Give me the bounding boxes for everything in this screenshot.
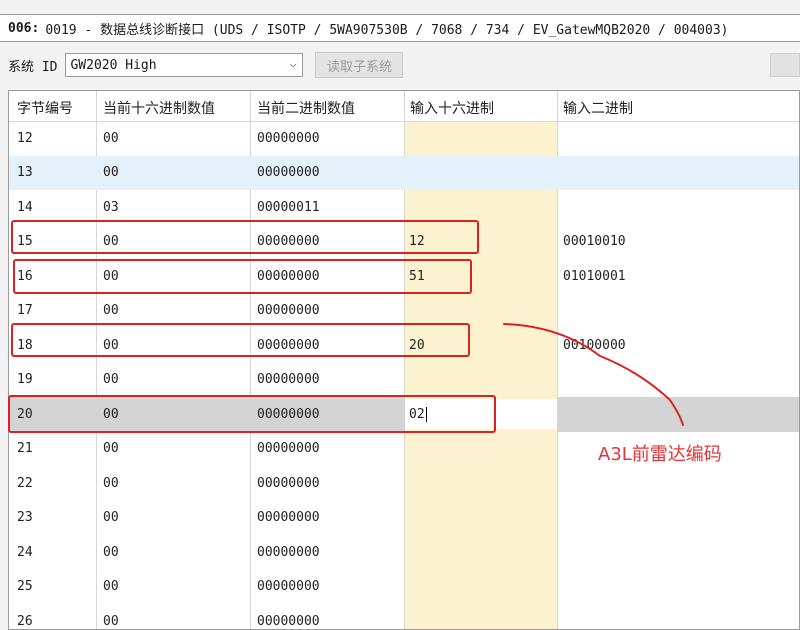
annotation-label: A3L前雷达编码 — [598, 444, 722, 465]
annotation-arrow-line — [503, 323, 684, 426]
